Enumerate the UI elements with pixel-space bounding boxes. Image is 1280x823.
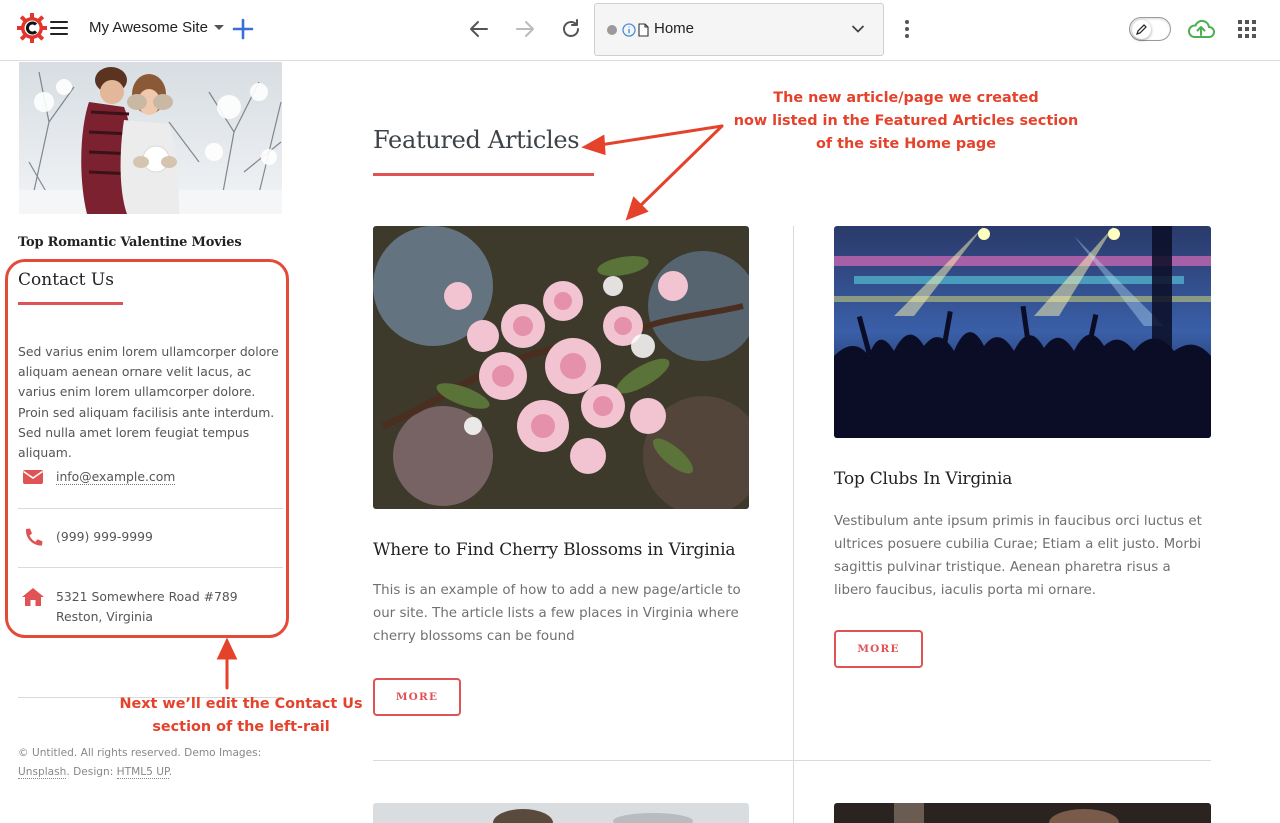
article-image-partial[interactable] [373,803,749,823]
unsplash-link[interactable]: Unsplash [18,766,67,779]
annotation-line: The new article/page we created [773,90,1039,106]
status-dot-icon [607,25,617,35]
site-name: My Awesome Site [89,19,208,36]
annotation-line: Next we’ll edit the Contact Us [119,696,363,712]
edit-mode-toggle[interactable] [1129,17,1171,41]
footer-prefix: © Untitled. All rights reserved. Demo Im… [18,747,262,759]
article-image-partial[interactable] [834,803,1211,823]
arrowhead-icon [216,637,238,660]
contact-annotation: Next we’ll edit the Contact Us section o… [110,693,372,739]
toggle-knob [1132,20,1151,39]
row-divider [373,760,1211,761]
html5up-link[interactable]: HTML5 UP [116,766,169,779]
cloud-upload-icon[interactable] [1187,17,1215,41]
address-text: Home [654,20,695,37]
club-image[interactable] [834,226,1211,438]
annotation-line: section of the left-rail [152,719,330,735]
arrowhead-icon [625,196,649,221]
cms-logo-icon[interactable] [17,12,47,44]
footer-copyright: © Untitled. All rights reserved. Demo Im… [18,744,278,782]
featured-annotation: The new article/page we created now list… [700,87,1112,156]
page-icon [638,23,649,37]
contact-highlight-annotation [5,259,289,638]
apps-grid-icon[interactable] [1238,20,1256,38]
info-icon[interactable] [622,23,636,37]
article-title[interactable]: Where to Find Cherry Blossoms in Virgini… [373,540,736,560]
article-description: Vestibulum ante ipsum primis in faucibus… [834,514,1202,598]
site-selector[interactable]: My Awesome Site [89,19,224,36]
footer-suffix: . [168,766,173,778]
address-bar[interactable]: Home [594,3,884,56]
top-toolbar: My Awesome Site Home [0,0,1280,61]
article-title[interactable]: Top Clubs In Virginia [834,469,1012,489]
annotation-line: of the site Home page [816,136,996,152]
footer-mid: . Design: [66,766,117,778]
add-icon[interactable] [231,17,255,41]
refresh-icon[interactable] [559,17,583,41]
article-description: This is an example of how to add a new p… [373,583,741,644]
chevron-down-icon[interactable] [851,24,865,34]
featured-articles-title: Featured Articles [373,126,580,154]
forward-arrow-icon[interactable] [513,17,537,41]
arrowhead-icon [581,134,606,156]
back-arrow-icon[interactable] [467,17,491,41]
caret-down-icon [213,25,224,30]
column-divider [793,226,794,823]
more-options-icon[interactable] [900,18,914,40]
annotation-line: now listed in the Featured Articles sect… [733,113,1079,129]
more-button[interactable]: MORE [834,630,923,668]
rail-photo-caption[interactable]: Top Romantic Valentine Movies [18,235,242,250]
valentine-movies-image[interactable] [19,62,282,214]
more-button[interactable]: MORE [373,678,461,716]
cherry-blossom-image[interactable] [373,226,749,509]
pencil-icon [1136,24,1147,35]
menu-icon[interactable] [50,21,68,35]
featured-title-underline [373,173,594,176]
